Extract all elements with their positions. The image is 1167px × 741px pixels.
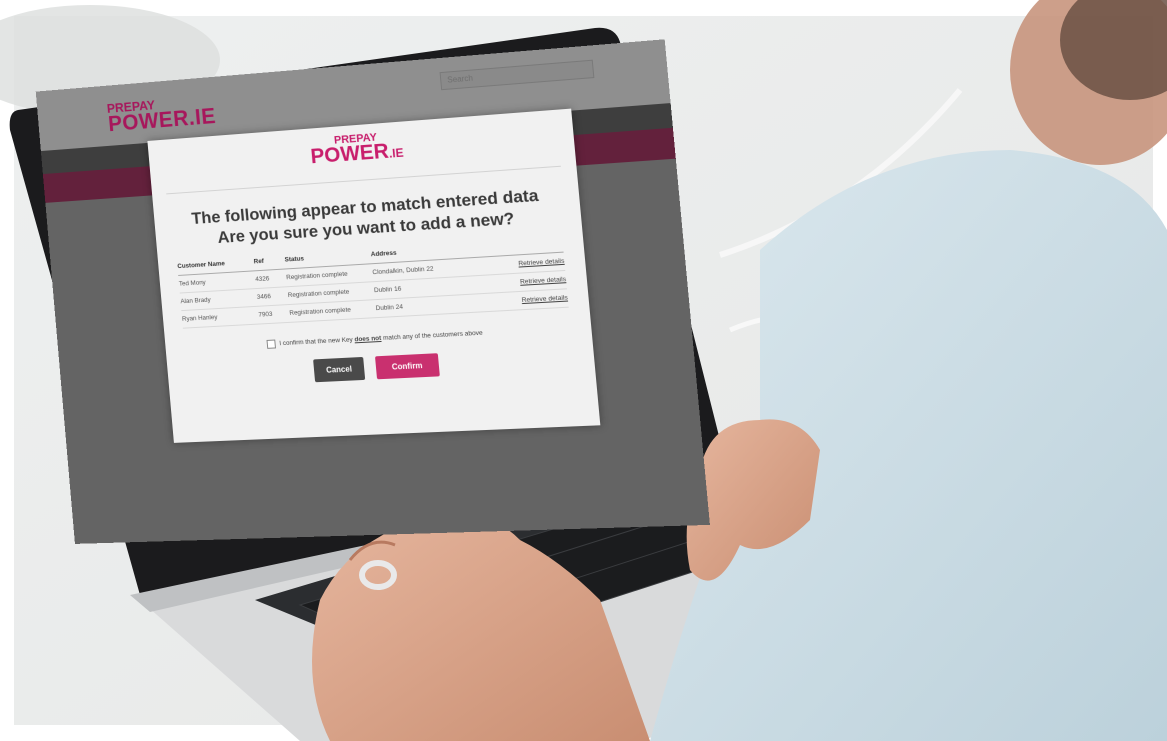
site-logo-big: POWER [107, 106, 190, 137]
retrieve-details-link[interactable]: Retrieve details [511, 294, 568, 304]
cell-ref: 7903 [258, 310, 290, 319]
cancel-button[interactable]: Cancel [313, 357, 364, 382]
confirm-text-pre: I confirm that the new Key [279, 337, 355, 348]
cell-address: Clondalkin, Dublin 22 [372, 261, 508, 276]
cell-name: Ryan Hanley [182, 312, 259, 323]
retrieve-details-link[interactable]: Retrieve details [508, 258, 565, 268]
cell-address: Dublin 16 [374, 279, 510, 294]
cell-ref: 3466 [257, 292, 289, 301]
cell-status: Registration complete [286, 269, 373, 281]
site-search-input[interactable]: Search [440, 60, 595, 91]
column-header-address: Address [371, 243, 507, 258]
site-logo: PREPAY POWER.IE [106, 95, 216, 136]
laptop-photo: PREPAY POWER.IE Search PREPAY POWER.IE T… [0, 0, 1167, 741]
column-header-name: Customer Name [177, 259, 254, 271]
column-header-status: Status [284, 251, 371, 263]
confirm-checkbox[interactable] [266, 340, 275, 349]
confirm-text-post: match any of the customers above [381, 330, 483, 342]
cell-address: Dublin 24 [375, 298, 511, 313]
laptop-screen: PREPAY POWER.IE Search PREPAY POWER.IE T… [36, 39, 710, 544]
cell-status: Registration complete [288, 287, 375, 299]
confirm-text-emphasis: does not [354, 335, 381, 343]
modal-logo-suffix: .IE [388, 145, 404, 160]
cell-status: Registration complete [289, 305, 376, 317]
modal-buttons: Cancel Confirm [167, 345, 595, 389]
cell-name: Ted Mony [179, 276, 256, 287]
website-backdrop: PREPAY POWER.IE Search PREPAY POWER.IE T… [36, 39, 710, 544]
duplicate-match-modal: PREPAY POWER.IE The following appear to … [147, 109, 600, 443]
cell-ref: 4326 [255, 274, 287, 283]
retrieve-details-link[interactable]: Retrieve details [509, 276, 566, 286]
column-header-ref: Ref [253, 257, 285, 266]
confirm-button[interactable]: Confirm [375, 353, 440, 379]
modal-logo-big: POWER [310, 140, 390, 169]
match-table: Customer Name Ref Status Address Ted Mon… [177, 234, 569, 328]
site-logo-suffix: .IE [188, 104, 217, 131]
cell-name: Alan Brady [180, 294, 257, 305]
